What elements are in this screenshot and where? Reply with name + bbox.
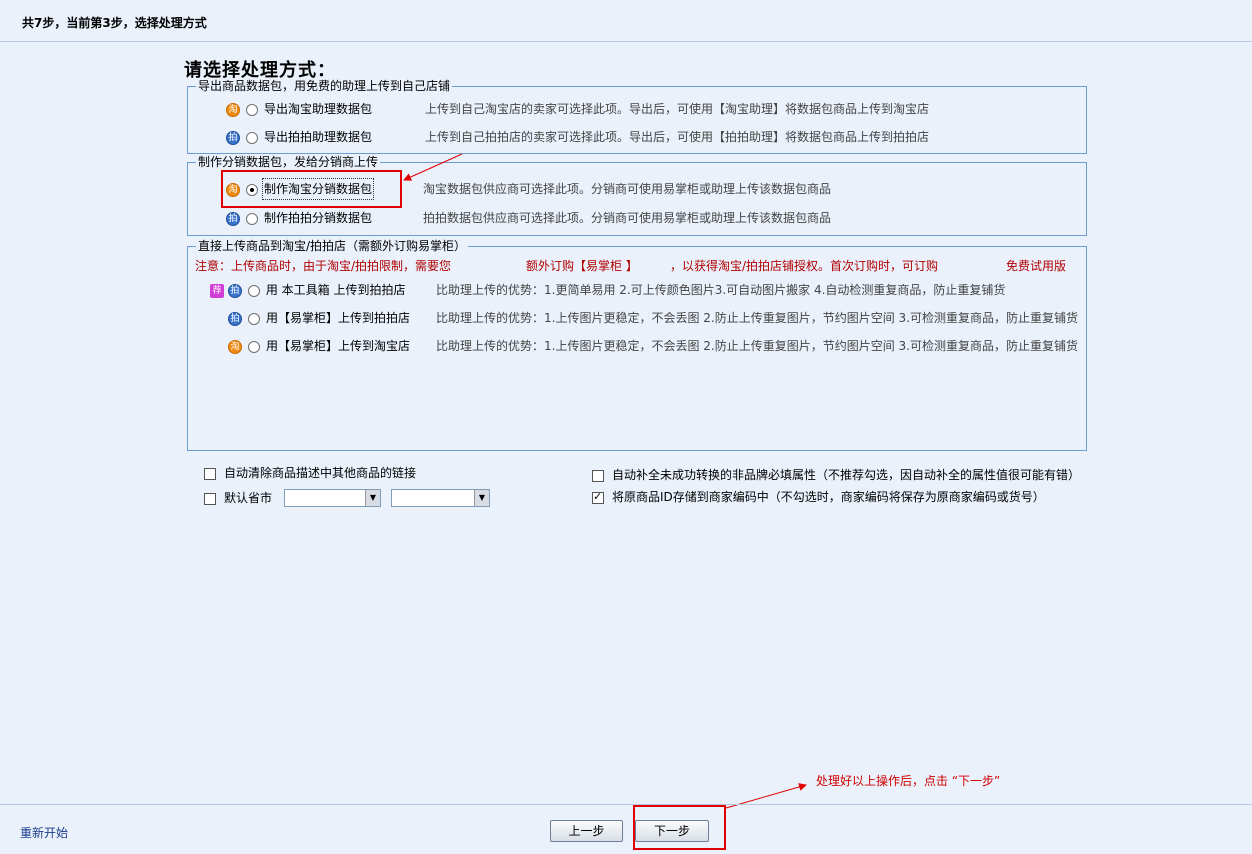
next-step-hint: 处理好以上操作后，点击 “下一步” [816, 774, 1001, 788]
footer-divider [0, 804, 1252, 805]
annotation-arrows [403, 153, 807, 809]
prev-button[interactable]: 上一步 [550, 820, 623, 842]
restart-link[interactable]: 重新开始 [20, 824, 68, 841]
next-button[interactable]: 下一步 [635, 820, 709, 842]
arrow-to-dist-option [403, 153, 463, 181]
